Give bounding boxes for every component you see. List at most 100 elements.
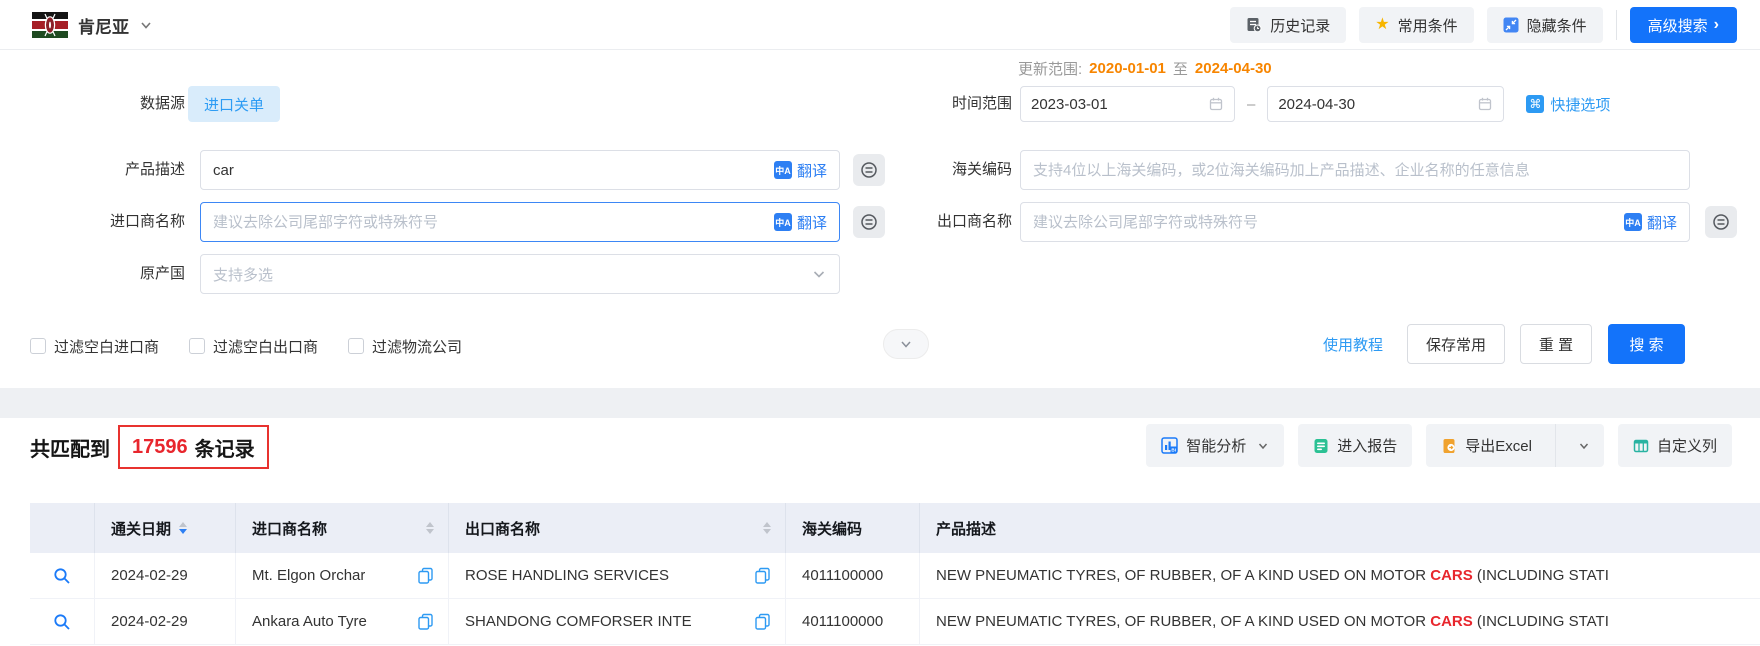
- copy-icon[interactable]: [754, 567, 771, 584]
- product-description: NEW PNEUMATIC TYRES, OF RUBBER, OF A KIN…: [920, 599, 1760, 644]
- header-product-desc: 产品描述: [920, 503, 1760, 553]
- quick-options-label: 快捷选项: [1550, 94, 1610, 115]
- checkbox-label: 过滤空白进口商: [54, 336, 159, 357]
- sort-control[interactable]: [426, 522, 434, 534]
- copy-icon[interactable]: [417, 567, 434, 584]
- smart-analysis-label: 智能分析: [1186, 435, 1246, 456]
- checkbox-label: 过滤物流公司: [372, 336, 462, 357]
- hs-code-value: 4011100000: [802, 567, 883, 584]
- checkbox-icon: [30, 338, 46, 354]
- hs-code-value: 4011100000: [802, 613, 883, 630]
- date-start-input[interactable]: 2023-03-01: [1020, 86, 1235, 122]
- enter-report-label: 进入报告: [1337, 435, 1397, 456]
- view-detail-button[interactable]: [53, 613, 71, 631]
- search-form: 更新范围: 2020-01-01 至 2024-04-30 数据源 进口关单 时…: [0, 50, 1760, 388]
- customize-columns-button[interactable]: 自定义列: [1618, 424, 1732, 467]
- data-source-tab-import[interactable]: 进口关单: [188, 86, 280, 122]
- filter-blank-importer-checkbox[interactable]: 过滤空白进口商: [30, 336, 159, 357]
- importer-input[interactable]: [213, 214, 766, 231]
- importer-name: Ankara Auto Tyre: [252, 613, 367, 630]
- header-hs-code: 海关编码: [786, 503, 920, 553]
- view-detail-button[interactable]: [53, 567, 71, 585]
- history-icon: [1246, 17, 1262, 33]
- country-selector[interactable]: 肯尼亚: [32, 0, 153, 50]
- enter-report-button[interactable]: 进入报告: [1298, 424, 1412, 467]
- exporter-input[interactable]: [1033, 214, 1616, 231]
- keyword-highlight: CARS: [1430, 613, 1473, 630]
- origin-label: 原产国: [0, 254, 185, 294]
- table-header-row: 通关日期 进口商名称 出口商名称 海关编码 产品描述: [30, 503, 1760, 553]
- copy-icon[interactable]: [754, 613, 771, 630]
- results-table: 通关日期 进口商名称 出口商名称 海关编码 产品描述: [30, 503, 1760, 645]
- favorites-label: 常用条件: [1398, 15, 1458, 36]
- match-count-highlight-box: 17596 条记录: [118, 425, 269, 469]
- product-desc-input[interactable]: [213, 162, 766, 179]
- update-range-end: 2024-04-30: [1195, 60, 1272, 77]
- excel-export-icon: [1441, 438, 1457, 454]
- command-icon: ⌘: [1526, 95, 1544, 113]
- date-start-value: 2023-03-01: [1031, 96, 1108, 113]
- importer-name: Mt. Elgon Orchar: [252, 567, 365, 584]
- smart-analysis-button[interactable]: BI 智能分析: [1146, 424, 1284, 467]
- history-button[interactable]: 历史记录: [1230, 7, 1346, 43]
- results-section: 共匹配到 17596 条记录 BI 智能分析: [0, 418, 1760, 646]
- copy-icon[interactable]: [417, 613, 434, 630]
- translate-button[interactable]: 中A 翻译: [774, 212, 827, 233]
- time-range-label: 时间范围: [860, 86, 1012, 122]
- header-importer: 进口商名称: [236, 503, 449, 553]
- origin-select[interactable]: 支持多选: [200, 254, 840, 294]
- collapse-form-button[interactable]: [883, 329, 929, 359]
- sort-control[interactable]: [179, 522, 187, 534]
- translate-button[interactable]: 中A 翻译: [1624, 212, 1677, 233]
- star-icon: ★: [1375, 17, 1389, 33]
- match-count-line: 共匹配到 17596 条记录: [30, 423, 269, 471]
- chevron-down-icon: [1257, 440, 1269, 452]
- topbar-actions: 历史记录 ★ 常用条件 隐藏条件 高级搜索 ›: [1230, 7, 1737, 43]
- favorites-button[interactable]: ★ 常用条件: [1359, 7, 1473, 43]
- advanced-search-button[interactable]: 高级搜索 ›: [1630, 7, 1737, 43]
- translate-label: 翻译: [1647, 212, 1677, 233]
- chevron-down-icon: [811, 266, 827, 282]
- translate-icon: 中A: [1624, 213, 1642, 231]
- exporter-name: ROSE HANDLING SERVICES: [465, 567, 669, 584]
- report-icon: [1313, 438, 1329, 454]
- save-favorite-button[interactable]: 保存常用: [1407, 324, 1505, 364]
- date-range-dash: –: [1247, 96, 1255, 113]
- reset-button[interactable]: 重 置: [1520, 324, 1592, 364]
- export-excel-action[interactable]: 导出Excel: [1426, 424, 1547, 467]
- origin-placeholder: 支持多选: [213, 264, 273, 285]
- svg-text:BI: BI: [1172, 448, 1177, 453]
- sort-control[interactable]: [763, 522, 771, 534]
- clearance-date: 2024-02-29: [111, 567, 188, 584]
- date-end-input[interactable]: 2024-04-30: [1267, 86, 1504, 122]
- importer-field: 中A 翻译: [200, 202, 840, 242]
- quick-options-link[interactable]: ⌘ 快捷选项: [1526, 94, 1610, 115]
- update-range-label: 更新范围:: [1018, 58, 1082, 79]
- translate-label: 翻译: [797, 160, 827, 181]
- hs-code-input[interactable]: [1033, 162, 1677, 179]
- synonym-expand-button[interactable]: [1705, 206, 1737, 238]
- filter-logistics-checkbox[interactable]: 过滤物流公司: [348, 336, 462, 357]
- header-exporter: 出口商名称: [449, 503, 786, 553]
- export-excel-label: 导出Excel: [1465, 435, 1532, 456]
- translate-button[interactable]: 中A 翻译: [774, 160, 827, 181]
- checkbox-icon: [348, 338, 364, 354]
- tutorial-link[interactable]: 使用教程: [1323, 334, 1383, 355]
- hs-code-label: 海关编码: [860, 150, 1012, 190]
- hide-conditions-label: 隐藏条件: [1527, 15, 1587, 36]
- history-label: 历史记录: [1270, 15, 1330, 36]
- update-range-to: 至: [1173, 58, 1188, 79]
- search-button[interactable]: 搜 索: [1608, 324, 1685, 364]
- export-excel-button: 导出Excel: [1426, 424, 1604, 467]
- table-row: 2024-02-29 Ankara Auto Tyre SHANDONG COM…: [30, 599, 1760, 645]
- translate-icon: 中A: [774, 161, 792, 179]
- hide-conditions-button[interactable]: 隐藏条件: [1487, 7, 1603, 43]
- exporter-label: 出口商名称: [860, 202, 1012, 242]
- match-suffix: 条记录: [195, 433, 255, 462]
- export-options-dropdown[interactable]: [1564, 424, 1604, 467]
- divider: [1555, 424, 1556, 467]
- data-source-label: 数据源: [0, 86, 185, 122]
- filter-blank-exporter-checkbox[interactable]: 过滤空白出口商: [189, 336, 318, 357]
- divider: [1616, 10, 1617, 40]
- filter-checkbox-row: 过滤空白进口商 过滤空白出口商 过滤物流公司: [30, 330, 462, 362]
